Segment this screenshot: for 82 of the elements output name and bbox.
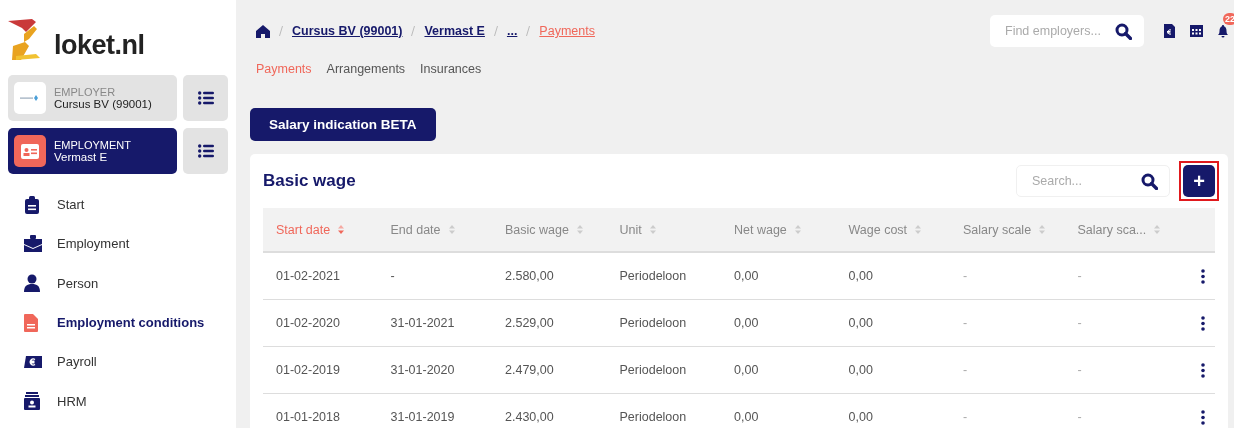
table-cell: 01-02-2021 (263, 253, 378, 300)
table-cell: 2.430,00 (492, 394, 607, 428)
slash-separator-icon (411, 26, 416, 36)
table-cell: Periodeloon (606, 253, 721, 300)
table-cell: 0,00 (835, 253, 950, 300)
more-options-icon[interactable] (1201, 362, 1205, 378)
card-caption: EMPLOYER (54, 86, 117, 98)
table-cell: Periodeloon (606, 300, 721, 347)
table-cell: 0,00 (721, 300, 836, 347)
slash-separator-icon (279, 26, 283, 36)
table-cell: 31-01-2019 (377, 394, 492, 428)
table-cell: 0,00 (721, 253, 836, 300)
table-cell: - (377, 253, 492, 300)
nav-item[interactable]: Employment (57, 236, 130, 252)
table-cell: Periodeloon (606, 347, 721, 394)
contact-card-icon (21, 143, 39, 159)
bell-icon[interactable] (1218, 24, 1228, 38)
table-cell: 2.529,00 (492, 300, 607, 347)
table-cell: - (950, 347, 1065, 394)
table-cell: 31-01-2020 (377, 347, 492, 394)
more-options-icon[interactable] (1201, 409, 1205, 425)
breadcrumb-link[interactable]: Cursus BV (99001) (292, 24, 403, 38)
card-name: Cursus BV (99001) (54, 98, 152, 110)
search-icon[interactable] (1115, 22, 1132, 40)
nav-item[interactable]: Payroll (57, 354, 97, 370)
table-cell: 0,00 (835, 394, 950, 428)
list-icon (197, 91, 214, 105)
card-title: Basic wage (263, 171, 357, 191)
more-options-icon[interactable] (1201, 315, 1205, 331)
slash-separator-icon (526, 26, 531, 36)
table-cell: 31-01-2021 (377, 300, 492, 347)
table-cell: - (1064, 253, 1179, 300)
search-field[interactable]: Search... (1016, 165, 1170, 197)
list-button[interactable] (183, 75, 228, 121)
table-cell: - (1064, 347, 1179, 394)
table-cell: 0,00 (835, 347, 950, 394)
search-field[interactable]: Find employers... (990, 15, 1144, 47)
id-badge-icon (24, 392, 40, 411)
context-card[interactable]: EMPLOYER Cursus BV (99001) (8, 75, 177, 121)
notification-count: 22 (1223, 12, 1234, 25)
nav-item[interactable]: Start (57, 197, 85, 213)
salary-indication-button[interactable]: Salary indication BETA (250, 108, 436, 141)
home-icon[interactable] (256, 24, 270, 38)
company-logo-icon (20, 95, 40, 101)
table-cell: Periodeloon (606, 394, 721, 428)
card-caption: EMPLOYMENT (54, 139, 131, 151)
calendar-icon[interactable] (1190, 25, 1203, 37)
slash-separator-icon (493, 26, 498, 36)
briefcase-icon (24, 235, 42, 253)
more-options-icon[interactable] (1201, 268, 1205, 284)
nav-item[interactable]: Person (57, 275, 99, 291)
tab[interactable]: Insurances (420, 62, 482, 76)
table-cell: - (950, 394, 1065, 428)
table-cell: 2.580,00 (492, 253, 607, 300)
add-button[interactable]: + (1183, 165, 1215, 197)
table-cell: 01-02-2020 (263, 300, 378, 347)
table-cell: - (950, 253, 1065, 300)
table-cell: 0,00 (835, 300, 950, 347)
list-icon (197, 144, 214, 158)
logo-text: loket.nl (54, 29, 145, 61)
table-cell: - (1064, 394, 1179, 428)
breadcrumb-link[interactable]: ... (506, 24, 518, 38)
table-cell: - (1064, 300, 1179, 347)
document-icon (24, 313, 38, 332)
euro-note-icon (24, 354, 42, 369)
breadcrumb-link[interactable]: Vermast E (424, 24, 485, 38)
card-name: Vermast E (54, 151, 109, 163)
table-cell: - (950, 300, 1065, 347)
tab[interactable]: Arrangements (326, 62, 406, 76)
person-icon (24, 274, 40, 293)
table-cell: 01-01-2018 (263, 394, 378, 428)
table-cell: 0,00 (721, 394, 836, 428)
clipboard-icon (24, 195, 40, 214)
list-button[interactable] (183, 128, 228, 174)
euro-document-icon[interactable] (1164, 24, 1175, 38)
context-card[interactable]: EMPLOYMENT Vermast E (8, 128, 177, 174)
table-cell: 0,00 (721, 347, 836, 394)
table-cell: 01-02-2019 (263, 347, 378, 394)
nav-item[interactable]: Employment conditions (57, 315, 205, 331)
nav-item[interactable]: HRM (57, 393, 87, 409)
table-cell: 2.479,00 (492, 347, 607, 394)
search-icon[interactable] (1141, 172, 1158, 190)
